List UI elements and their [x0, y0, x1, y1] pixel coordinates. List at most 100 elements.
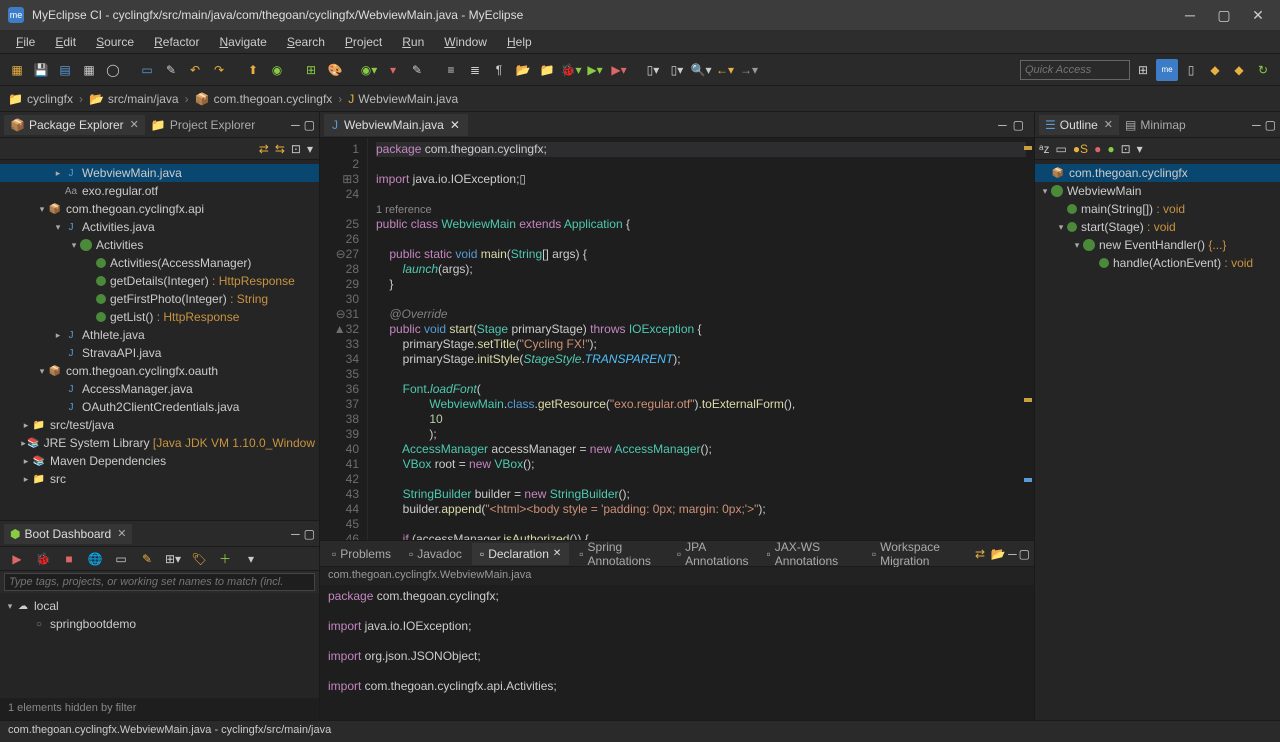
- hide-fields-icon[interactable]: ▭: [1055, 142, 1066, 156]
- tree-row[interactable]: ▸📁src: [0, 470, 319, 488]
- console-icon[interactable]: ▭: [110, 548, 132, 570]
- boot-tree[interactable]: ▾☁local○springbootdemo: [0, 593, 319, 698]
- menu-help[interactable]: Help: [499, 33, 540, 51]
- sort-icon[interactable]: ᵃz: [1039, 142, 1049, 156]
- edit-icon[interactable]: ✎: [406, 59, 428, 81]
- redo-icon[interactable]: ↷: [208, 59, 230, 81]
- folder-icon[interactable]: 📁: [536, 59, 558, 81]
- tree-row[interactable]: ▾Activities: [0, 236, 319, 254]
- persp-open-icon[interactable]: ⊞: [1132, 59, 1154, 81]
- tab-outline[interactable]: ☰ Outline ✕: [1039, 115, 1119, 135]
- maximize-button[interactable]: ▢: [1216, 7, 1232, 23]
- persp-4-icon[interactable]: ◆: [1228, 59, 1250, 81]
- tab-project-explorer[interactable]: 📁 Project Explorer: [145, 115, 261, 135]
- tab-problems[interactable]: ▫ Problems: [324, 543, 399, 565]
- run-config-icon[interactable]: ◉▾: [358, 59, 380, 81]
- code-editor[interactable]: 12⊞3242526⊖27282930⊖31▲32333435363738394…: [320, 138, 1034, 540]
- menu-project[interactable]: Project: [337, 33, 390, 51]
- breadcrumb-item[interactable]: 📦 com.thegoan.cyclingfx: [195, 92, 333, 106]
- outline-tree[interactable]: 📦com.thegoan.cyclingfx▾WebviewMainmain(S…: [1035, 160, 1280, 720]
- user-icon[interactable]: ◯: [102, 59, 124, 81]
- browser-icon[interactable]: 🌐: [84, 548, 106, 570]
- quick-access-input[interactable]: [1020, 60, 1130, 80]
- edit-boot-icon[interactable]: ✎: [136, 548, 158, 570]
- tree-row[interactable]: ▸JAthlete.java: [0, 326, 319, 344]
- debug-boot-icon[interactable]: 🐞: [32, 548, 54, 570]
- menu-source[interactable]: Source: [88, 33, 142, 51]
- collapse-all-icon[interactable]: ⇄: [259, 142, 269, 156]
- filter-icon[interactable]: ⊞▾: [162, 548, 184, 570]
- close-icon[interactable]: ✕: [117, 527, 126, 540]
- editor-tab-webviewmain[interactable]: J WebviewMain.java ✕: [324, 114, 468, 136]
- close-button[interactable]: ✕: [1250, 7, 1266, 23]
- minimize-view-icon[interactable]: ─: [291, 527, 300, 541]
- minimize-editor-icon[interactable]: ─: [998, 118, 1007, 132]
- tab-package-explorer[interactable]: 📦 Package Explorer ✕: [4, 115, 145, 135]
- hide-local-icon[interactable]: ●: [1107, 142, 1114, 156]
- folder-open-icon[interactable]: 📂: [512, 59, 534, 81]
- para-icon[interactable]: ¶: [488, 59, 510, 81]
- stop2-icon[interactable]: ▶▾: [608, 59, 630, 81]
- menu-file[interactable]: File: [8, 33, 43, 51]
- align-icon[interactable]: ≡: [440, 59, 462, 81]
- tree-row[interactable]: 📦com.thegoan.cyclingfx: [1035, 164, 1280, 182]
- tree-row[interactable]: ▸JWebviewMain.java: [0, 164, 319, 182]
- tree-row[interactable]: ▾WebviewMain: [1035, 182, 1280, 200]
- close-icon[interactable]: ✕: [130, 118, 139, 131]
- add-icon[interactable]: ＋: [214, 548, 236, 570]
- persp-java-icon[interactable]: me: [1156, 59, 1178, 81]
- menu-search[interactable]: Search: [279, 33, 333, 51]
- tree-row[interactable]: getFirstPhoto(Integer) : String: [0, 290, 319, 308]
- menu-run[interactable]: Run: [394, 33, 432, 51]
- tree-row[interactable]: Activities(AccessManager): [0, 254, 319, 272]
- close-icon[interactable]: ✕: [1104, 118, 1113, 131]
- tab-boot-dashboard[interactable]: ⬢ Boot Dashboard ✕: [4, 524, 132, 544]
- tree-row[interactable]: ○springbootdemo: [0, 615, 319, 633]
- open-icon[interactable]: 📂: [990, 543, 1006, 565]
- persp-2-icon[interactable]: ▯: [1180, 59, 1202, 81]
- grid-icon[interactable]: ⊞: [300, 59, 322, 81]
- tree-row[interactable]: JStravaAPI.java: [0, 344, 319, 362]
- tree-row[interactable]: JOAuth2ClientCredentials.java: [0, 398, 319, 416]
- view-menu-icon[interactable]: ▾: [307, 142, 313, 156]
- focus-outline-icon[interactable]: ⊡: [1121, 142, 1131, 156]
- tree-row[interactable]: main(String[]) : void: [1035, 200, 1280, 218]
- minimize-button[interactable]: ─: [1182, 7, 1198, 23]
- tree-row[interactable]: getList() : HttpResponse: [0, 308, 319, 326]
- package-tree[interactable]: ▸JWebviewMain.javaAaexo.regular.otf ▾📦com…: [0, 160, 319, 520]
- tree-row[interactable]: ▸📚JRE System Library [Java JDK VM 1.10.0…: [0, 434, 319, 452]
- menu-navigate[interactable]: Navigate: [211, 33, 274, 51]
- maximize-editor-icon[interactable]: ▢: [1013, 118, 1024, 132]
- tree-row[interactable]: JAccessManager.java: [0, 380, 319, 398]
- stop-boot-icon[interactable]: ■: [58, 548, 80, 570]
- forward-icon[interactable]: →▾: [738, 59, 760, 81]
- plugin-icon[interactable]: ◉: [266, 59, 288, 81]
- screen-icon[interactable]: ▭: [136, 59, 158, 81]
- doc2-icon[interactable]: ▯▾: [666, 59, 688, 81]
- maximize-view-icon[interactable]: ▢: [304, 527, 315, 541]
- wand-icon[interactable]: ✎: [160, 59, 182, 81]
- tree-row[interactable]: Aaexo.regular.otf: [0, 182, 319, 200]
- tree-row[interactable]: ▸📁src/test/java: [0, 416, 319, 434]
- hide-static-icon[interactable]: ●S: [1073, 142, 1088, 156]
- breadcrumb-item[interactable]: 📂 src/main/java: [89, 92, 179, 106]
- tree-row[interactable]: getDetails(Integer) : HttpResponse: [0, 272, 319, 290]
- menu-edit[interactable]: Edit: [47, 33, 84, 51]
- tab-declaration[interactable]: ▫ Declaration ✕: [472, 543, 569, 565]
- save-icon[interactable]: 💾: [30, 59, 52, 81]
- tab-minimap[interactable]: ▤ Minimap: [1119, 115, 1192, 135]
- boot-filter-input[interactable]: [4, 573, 315, 591]
- undo-icon[interactable]: ↶: [184, 59, 206, 81]
- menu-outline-icon[interactable]: ▾: [1137, 142, 1143, 156]
- indent-icon[interactable]: ≣: [464, 59, 486, 81]
- tab-javadoc[interactable]: ▫ Javadoc: [401, 543, 470, 565]
- maximize-view-icon[interactable]: ▢: [1265, 118, 1276, 132]
- link-editor-icon[interactable]: ⇆: [275, 142, 285, 156]
- maximize-view-icon[interactable]: ▢: [304, 118, 315, 132]
- breadcrumb-item[interactable]: J WebviewMain.java: [348, 92, 458, 106]
- tree-row[interactable]: ▾📦com.thegoan.cyclingfx.oauth: [0, 362, 319, 380]
- tree-row[interactable]: ▾start(Stage) : void: [1035, 218, 1280, 236]
- menu-boot-icon[interactable]: ▾: [240, 548, 262, 570]
- minimize-view-icon[interactable]: ─: [1252, 118, 1261, 132]
- tree-row[interactable]: ▾☁local: [0, 597, 319, 615]
